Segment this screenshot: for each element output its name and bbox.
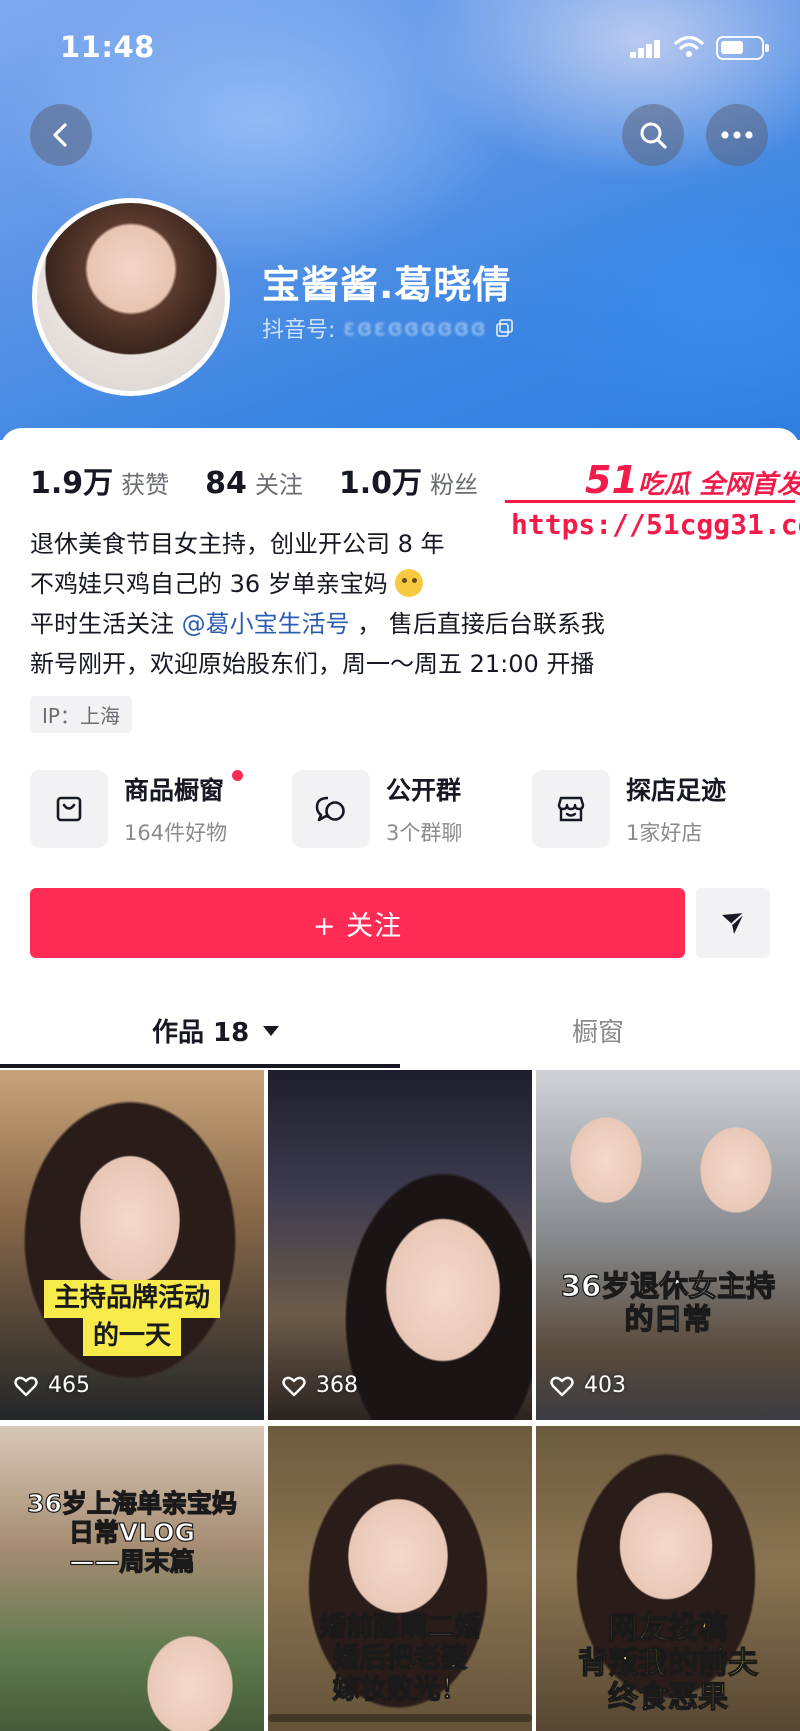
heart-icon — [282, 1376, 306, 1396]
feature-group-chat[interactable]: 公开群 3个群聊 — [292, 770, 462, 848]
feature-showcase[interactable]: 商品橱窗 164件好物 — [30, 770, 243, 848]
feature-text: 公开群 3个群聊 — [386, 771, 462, 847]
avatar[interactable] — [32, 198, 230, 396]
feature-icon-box — [30, 770, 108, 848]
share-button[interactable] — [696, 888, 770, 958]
douyin-id-row[interactable]: 抖音号: ɛɞɛɞɞɞɞɞɞ — [262, 312, 515, 344]
notification-dot — [232, 770, 243, 781]
ip-badge: IP：上海 — [30, 696, 132, 733]
bio: 退休美食节目女主持，创业开公司 8 年 不鸡娃只鸡自己的 36 岁单亲宝妈 平时… — [30, 524, 710, 684]
more-dots-icon — [721, 131, 753, 139]
like-count: 403 — [550, 1373, 626, 1398]
stat-following[interactable]: 84 关注 — [205, 465, 303, 501]
like-count: 368 — [282, 1373, 358, 1398]
mention-link[interactable]: @葛小宝生活号 — [182, 610, 350, 638]
profile-name: 宝酱酱.葛晓倩 — [262, 263, 512, 307]
watermark-brand: 51吃瓜 全网首发 — [585, 458, 800, 502]
battery-icon — [716, 36, 769, 60]
stat-likes[interactable]: 1.9万 获赞 — [30, 458, 169, 502]
shopping-bag-icon — [56, 796, 82, 822]
home-indicator — [268, 1714, 532, 1722]
video-thumbnail[interactable]: 368 — [268, 1070, 532, 1420]
signal-icon — [630, 38, 660, 58]
video-caption: 婚前隐瞒二婚 婚后把老婆 嫁妆败光！ — [318, 1611, 481, 1706]
stat-label: 获赞 — [121, 471, 170, 499]
bio-line: 退休美食节目女主持，创业开公司 8 年 — [30, 530, 445, 558]
bio-line: 平时生活关注 @葛小宝生活号 ， 售后直接后台联系我 — [30, 610, 605, 638]
tab-indicator — [0, 1064, 400, 1068]
video-caption: 36岁退休女主持 的日常 — [560, 1269, 776, 1337]
video-caption: 主持品牌活动 的一天 — [0, 1280, 264, 1356]
feature-icon-box — [292, 770, 370, 848]
feature-store-visits[interactable]: 探店足迹 1家好店 — [532, 770, 726, 848]
tab-showcase[interactable]: 橱窗 — [572, 1012, 624, 1049]
video-grid: 主持品牌活动 的一天 465 368 36岁退休女主持 的日常 403 36岁上… — [0, 1070, 800, 1731]
store-icon — [557, 796, 585, 822]
feature-icon-box — [532, 770, 610, 848]
search-icon — [640, 122, 667, 149]
stat-label: 关注 — [254, 471, 303, 499]
video-caption: 网友投稿 背叛我的前夫 终食恶果 — [577, 1611, 758, 1715]
video-thumbnail[interactable]: 36岁上海单亲宝妈 日常VLOG ——周末篇 — [0, 1426, 264, 1731]
tab-works[interactable]: 作品 18 — [152, 1012, 280, 1049]
more-button[interactable] — [706, 104, 768, 166]
send-icon — [722, 912, 745, 934]
feature-title: 商品橱窗 — [124, 776, 225, 805]
like-count: 465 — [14, 1373, 90, 1398]
feature-text: 探店足迹 1家好店 — [626, 771, 726, 847]
heart-icon — [14, 1376, 38, 1396]
feature-title: 探店足迹 — [626, 776, 727, 805]
copy-icon[interactable] — [495, 318, 515, 338]
video-thumbnail[interactable]: 主持品牌活动 的一天 465 — [0, 1070, 264, 1420]
feature-title: 公开群 — [386, 776, 462, 805]
chat-bubbles-icon — [315, 796, 345, 822]
chevron-left-icon — [53, 123, 67, 147]
feature-sub: 3个群聊 — [386, 821, 463, 845]
stat-value: 1.9万 — [30, 466, 114, 501]
wifi-icon — [674, 35, 704, 57]
feature-sub: 164件好物 — [124, 821, 228, 845]
bio-line: 新号刚开，欢迎原始股东们，周一～周五 21:00 开播 — [30, 650, 595, 678]
status-time: 11:48 — [60, 30, 155, 64]
feature-text: 商品橱窗 164件好物 — [124, 771, 227, 847]
follow-button[interactable]: + 关注 — [30, 888, 685, 958]
video-thumbnail[interactable]: 婚前隐瞒二婚 婚后把老婆 嫁妆败光！ — [268, 1426, 532, 1731]
feature-row: 商品橱窗 164件好物 公开群 3个群聊 探店足迹 1家好店 — [30, 770, 770, 850]
content-tabs: 作品 18 橱窗 — [0, 1000, 800, 1070]
douyin-id-label: 抖音号: — [262, 318, 336, 343]
douyin-id-value: ɛɞɛɞɞɞɞɞɞ — [343, 315, 488, 341]
video-caption: 36岁上海单亲宝妈 日常VLOG ——周末篇 — [26, 1489, 237, 1576]
stats-row: 1.9万 获赞 84 关注 1.0万 粉丝 — [30, 458, 514, 502]
tab-works-label: 作品 18 — [152, 1018, 250, 1048]
status-bar: 11:48 — [0, 0, 800, 96]
bio-line: 不鸡娃只鸡自己的 36 岁单亲宝妈 — [30, 564, 710, 604]
caret-down-icon — [263, 1025, 280, 1036]
feature-sub: 1家好店 — [626, 821, 703, 845]
watermark-divider — [505, 500, 795, 503]
stat-value: 1.0万 — [338, 466, 423, 501]
thinking-emoji-icon — [395, 569, 424, 597]
stat-followers[interactable]: 1.0万 粉丝 — [339, 458, 478, 502]
video-thumbnail[interactable]: 36岁退休女主持 的日常 403 — [536, 1070, 800, 1420]
stat-label: 粉丝 — [430, 471, 479, 499]
back-button[interactable] — [30, 104, 92, 166]
search-button[interactable] — [622, 104, 684, 166]
stat-value: 84 — [205, 466, 247, 501]
video-thumbnail[interactable]: 网友投稿 背叛我的前夫 终食恶果 — [536, 1426, 800, 1731]
heart-icon — [550, 1376, 574, 1396]
